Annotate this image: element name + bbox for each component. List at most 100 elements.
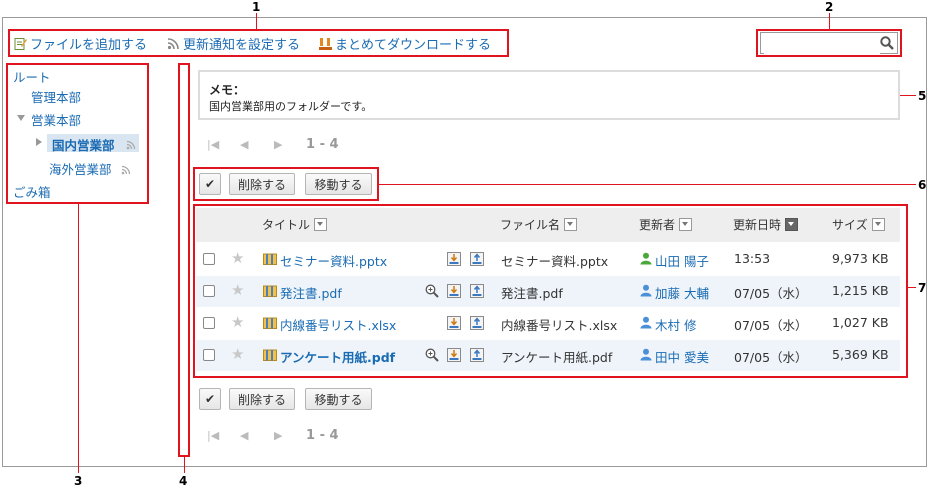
file-icon	[263, 285, 277, 297]
callout-line-2	[829, 13, 830, 30]
add-file-icon	[14, 38, 27, 50]
upload-icon[interactable]	[470, 316, 484, 330]
sort-dropdown-icon[interactable]	[679, 218, 693, 231]
pager-label-bottom: 1 - 4	[306, 428, 339, 443]
download-icon[interactable]	[447, 284, 461, 298]
user-icon	[640, 252, 652, 265]
pager-prev-icon-bottom[interactable]: ◀	[240, 429, 248, 442]
rss-icon	[121, 165, 131, 175]
file-name: 内線番号リスト.xlsx	[501, 318, 618, 333]
expand-arrow-icon[interactable]	[36, 138, 42, 146]
file-icon	[263, 253, 277, 265]
tree-item-trash[interactable]: ごみ箱	[13, 182, 51, 201]
search-input[interactable]	[764, 34, 880, 54]
column-size[interactable]: サイズ	[832, 216, 885, 233]
bulk-download-icon	[319, 38, 332, 50]
file-size: 1,027 KB	[832, 315, 889, 330]
memo-text: 国内営業部用のフォルダーです。	[209, 100, 373, 113]
tree-item-sales[interactable]: 営業本部	[31, 110, 81, 129]
file-name: アンケート用紙.pdf	[501, 350, 613, 365]
upload-icon[interactable]	[470, 284, 484, 298]
user-icon	[640, 348, 652, 361]
pager-prev-icon[interactable]: ◀	[240, 138, 248, 151]
sort-dropdown-icon[interactable]	[871, 218, 885, 231]
zoom-preview-icon[interactable]	[425, 348, 439, 362]
move-button-bottom[interactable]: 移動する	[305, 388, 372, 410]
download-icon[interactable]	[447, 252, 461, 266]
sort-active-icon[interactable]	[785, 218, 799, 231]
column-title-label: タイトル	[262, 218, 311, 232]
callout-1: 1	[252, 0, 261, 14]
file-title-link[interactable]: 発注書.pdf	[280, 283, 342, 302]
delete-button-bottom[interactable]: 削除する	[229, 388, 295, 410]
column-filename[interactable]: ファイル名	[500, 216, 578, 233]
rss-icon	[167, 38, 179, 50]
pager-first-icon-bottom[interactable]: |◀	[207, 429, 219, 442]
notify-settings-label: 更新通知を設定する	[183, 38, 301, 53]
zoom-preview-icon[interactable]	[425, 284, 439, 298]
updater-link[interactable]: 加藤 大輔	[655, 283, 709, 302]
highlight-splitter	[178, 63, 190, 457]
pager-label: 1 - 4	[306, 137, 339, 152]
upload-icon[interactable]	[470, 348, 484, 362]
callout-line-7	[908, 287, 916, 288]
updated-date: 07/05（水）	[734, 318, 808, 333]
notify-settings-link[interactable]: 更新通知を設定する	[167, 34, 300, 53]
file-title-link[interactable]: 内線番号リスト.xlsx	[280, 315, 396, 334]
callout-7: 7	[918, 281, 927, 295]
add-file-link[interactable]: ファイルを追加する	[14, 34, 147, 53]
column-updated[interactable]: 更新日時	[733, 216, 799, 233]
callout-2: 2	[825, 0, 834, 14]
download-icon[interactable]	[447, 316, 461, 330]
updater-link[interactable]: 木村 修	[655, 315, 696, 334]
tree-root[interactable]: ルート	[13, 67, 51, 86]
file-size: 1,215 KB	[832, 283, 889, 298]
callout-line-3	[78, 203, 79, 473]
tree-item-overseas[interactable]: 海外営業部	[49, 159, 112, 178]
row-checkbox[interactable]	[203, 317, 215, 329]
row-checkbox[interactable]	[203, 285, 215, 297]
row-checkbox[interactable]	[203, 253, 215, 265]
updated-date: 07/05（水）	[734, 286, 808, 301]
user-icon	[640, 284, 652, 297]
star-icon[interactable]: ★	[231, 347, 244, 362]
star-icon[interactable]: ★	[231, 283, 244, 298]
memo-title: メモ：	[209, 83, 246, 97]
search-icon[interactable]	[879, 35, 895, 51]
column-filename-label: ファイル名	[500, 218, 561, 232]
column-size-label: サイズ	[832, 218, 868, 232]
callout-3: 3	[74, 474, 83, 488]
row-checkbox[interactable]	[203, 349, 215, 361]
delete-button[interactable]: 削除する	[229, 173, 295, 195]
star-icon[interactable]: ★	[231, 251, 244, 266]
sort-dropdown-icon[interactable]	[564, 218, 578, 231]
pager-next-icon[interactable]: ▶	[274, 138, 282, 151]
file-size: 9,973 KB	[832, 251, 889, 266]
callout-line-6	[378, 184, 916, 185]
bulk-download-link[interactable]: まとめてダウンロードする	[319, 34, 491, 53]
updater-link[interactable]: 田中 愛美	[655, 347, 709, 366]
check-all-button-bottom[interactable]: ✔	[199, 388, 221, 410]
column-title[interactable]: タイトル	[262, 216, 328, 233]
callout-5: 5	[918, 89, 927, 103]
check-all-button[interactable]: ✔	[199, 173, 221, 195]
move-button[interactable]: 移動する	[305, 173, 372, 195]
pager-next-icon-bottom[interactable]: ▶	[274, 429, 282, 442]
upload-icon[interactable]	[470, 252, 484, 266]
tree-item-admin[interactable]: 管理本部	[31, 87, 81, 106]
updater-link[interactable]: 山田 陽子	[655, 251, 709, 270]
bulk-download-label: まとめてダウンロードする	[335, 38, 492, 53]
file-size: 5,369 KB	[832, 347, 889, 362]
file-name: セミナー資料.pptx	[501, 254, 609, 269]
file-title-link[interactable]: アンケート用紙.pdf	[280, 347, 395, 366]
file-title-link[interactable]: セミナー資料.pptx	[280, 251, 387, 270]
pager-first-icon[interactable]: |◀	[207, 138, 219, 151]
collapse-arrow-icon[interactable]	[17, 115, 25, 121]
column-updater[interactable]: 更新者	[639, 216, 693, 233]
star-icon[interactable]: ★	[231, 315, 244, 330]
sort-dropdown-icon[interactable]	[314, 218, 328, 231]
folder-memo: メモ： 国内営業部用のフォルダーです。	[198, 70, 900, 120]
tree-item-domestic[interactable]: 国内営業部	[52, 135, 115, 154]
download-icon[interactable]	[447, 348, 461, 362]
callout-line-1	[256, 13, 257, 30]
